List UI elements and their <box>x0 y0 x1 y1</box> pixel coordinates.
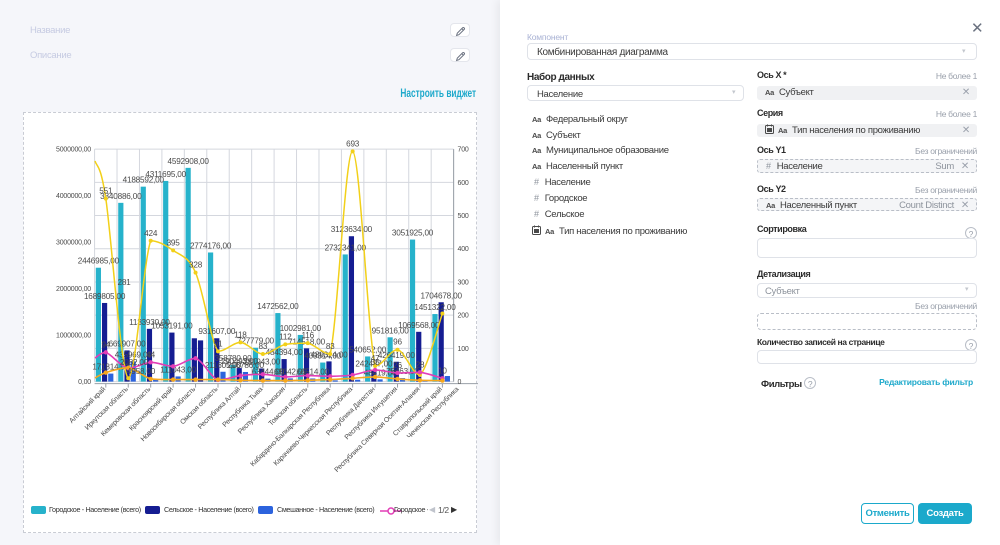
svg-text:35: 35 <box>371 358 380 367</box>
svg-text:300: 300 <box>458 279 469 286</box>
svg-text:2774176,00: 2774176,00 <box>190 241 232 250</box>
svg-text:484394,00: 484394,00 <box>266 348 304 357</box>
svg-text:112: 112 <box>279 332 292 341</box>
svg-text:4311695,00: 4311695,00 <box>145 170 186 179</box>
svg-text:1704678,00: 1704678,00 <box>421 291 463 300</box>
svg-text:1069568,00: 1069568,00 <box>398 321 440 330</box>
svg-text:551: 551 <box>99 187 113 196</box>
svg-text:1689805,00: 1689805,00 <box>84 292 126 301</box>
svg-text:111043,00: 111043,00 <box>160 365 196 374</box>
svg-text:2000000,00: 2000000,00 <box>56 286 91 293</box>
svg-text:0,00: 0,00 <box>78 379 91 386</box>
svg-text:83: 83 <box>326 342 335 351</box>
svg-text:96: 96 <box>393 338 402 347</box>
svg-text:Республика Алтай: Республика Алтай <box>196 385 242 431</box>
svg-text:28: 28 <box>416 360 425 369</box>
svg-text:10: 10 <box>438 366 447 375</box>
svg-text:5000000,00: 5000000,00 <box>56 146 91 153</box>
svg-text:116: 116 <box>302 331 315 340</box>
svg-text:Карачаево-Черкесская Республик: Карачаево-Черкесская Республика <box>272 385 354 467</box>
svg-text:94: 94 <box>101 340 110 349</box>
svg-text:Кабардино-Балкарская Республик: Кабардино-Балкарская Республика <box>249 385 332 468</box>
svg-text:118: 118 <box>234 330 247 339</box>
svg-text:26: 26 <box>393 361 402 370</box>
svg-text:Республика Тыва: Республика Тыва <box>221 385 265 429</box>
svg-text:1053191,00: 1053191,00 <box>151 322 193 331</box>
svg-text:395: 395 <box>167 238 181 247</box>
svg-text:4592908,00: 4592908,00 <box>168 157 210 166</box>
svg-text:424: 424 <box>144 229 158 238</box>
svg-text:Красноярский край: Красноярский край <box>128 385 175 432</box>
svg-text:100: 100 <box>458 346 469 353</box>
svg-text:91: 91 <box>214 339 223 348</box>
svg-text:2082,00: 2082,00 <box>120 358 149 367</box>
svg-text:600: 600 <box>458 180 469 187</box>
svg-text:400: 400 <box>458 246 469 253</box>
svg-text:0: 0 <box>458 379 462 386</box>
svg-text:931607,00: 931607,00 <box>198 327 236 336</box>
svg-text:2732341,00: 2732341,00 <box>325 243 367 252</box>
svg-text:500: 500 <box>458 213 469 220</box>
svg-text:Иркутская область: Иркутская область <box>83 385 130 432</box>
svg-text:693: 693 <box>346 139 360 148</box>
svg-text:3051925,00: 3051925,00 <box>392 229 434 238</box>
svg-text:Томская область: Томская область <box>267 385 310 428</box>
svg-text:200: 200 <box>458 313 469 320</box>
svg-text:281943,00: 281943,00 <box>243 357 281 366</box>
svg-text:3123634,00: 3123634,00 <box>331 225 373 234</box>
svg-text:669907,00: 669907,00 <box>109 339 147 348</box>
svg-text:1472562,00: 1472562,00 <box>257 302 299 311</box>
svg-text:328: 328 <box>189 261 203 270</box>
svg-text:1451322,00: 1451322,00 <box>414 303 456 312</box>
svg-text:426419,00: 426419,00 <box>378 351 416 360</box>
svg-text:83: 83 <box>259 342 268 351</box>
svg-text:281: 281 <box>117 278 131 287</box>
svg-text:3000000,00: 3000000,00 <box>56 239 91 246</box>
svg-text:Омская область: Омская область <box>179 385 220 426</box>
svg-text:4000000,00: 4000000,00 <box>56 193 91 200</box>
svg-text:700: 700 <box>458 147 469 154</box>
svg-text:4958,00: 4958,00 <box>127 367 156 376</box>
svg-text:1000000,00: 1000000,00 <box>56 333 91 340</box>
